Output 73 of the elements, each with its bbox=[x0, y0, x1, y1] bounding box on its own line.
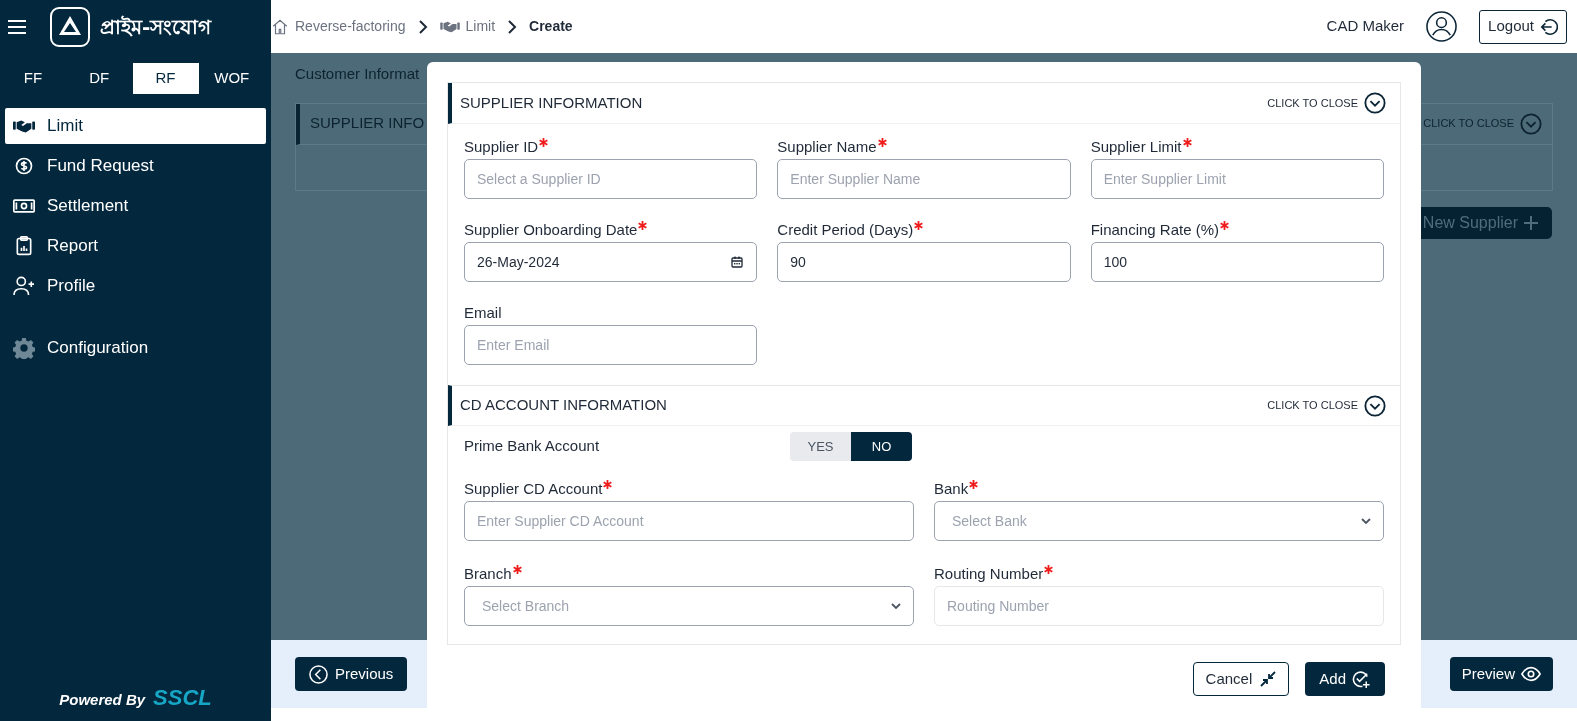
cancel-button[interactable]: Cancel bbox=[1192, 662, 1290, 696]
field-label: Branch bbox=[464, 564, 512, 584]
sidebar-item[interactable]: Configuration bbox=[5, 330, 266, 366]
handshake-icon bbox=[439, 20, 460, 33]
user-avatar-icon[interactable] bbox=[1426, 11, 1458, 42]
product-tab[interactable]: FF bbox=[0, 63, 66, 94]
field-label: Supplier Name bbox=[777, 137, 877, 157]
plus-icon bbox=[1524, 216, 1538, 230]
section-title: SUPPLIER INFO bbox=[310, 113, 425, 134]
breadcrumb-link[interactable]: Create bbox=[529, 16, 573, 37]
previous-button[interactable]: Previous bbox=[295, 657, 408, 691]
sidebar-item[interactable]: Report bbox=[5, 228, 266, 264]
input-field[interactable]: Enter Email bbox=[464, 325, 758, 365]
field-label: Routing Number bbox=[934, 564, 1044, 584]
field-label: Financing Rate (%) bbox=[1090, 220, 1220, 240]
add-button[interactable]: Add bbox=[1305, 662, 1385, 696]
dollar-coin-icon bbox=[13, 156, 35, 176]
section-title: SUPPLIER INFORMATION bbox=[460, 92, 643, 113]
page-heading: Customer Informat bbox=[295, 64, 421, 84]
logout-icon bbox=[1540, 17, 1558, 36]
chevron-down-icon bbox=[1361, 517, 1371, 525]
collapse-label: CLICK TO CLOSE bbox=[1423, 116, 1514, 132]
collapse-label: CLICK TO CLOSE bbox=[1267, 398, 1358, 414]
field-label: Supplier Limit bbox=[1090, 137, 1182, 157]
chevron-down-circle-icon[interactable] bbox=[1364, 394, 1386, 417]
company-logo-text: SSCL bbox=[153, 685, 212, 711]
banknote-icon bbox=[13, 196, 35, 216]
field-label: Bank bbox=[934, 479, 969, 499]
sidebar-item[interactable]: Settlement bbox=[5, 188, 266, 224]
input-field[interactable]: 100 bbox=[1090, 242, 1384, 282]
compress-arrows-icon bbox=[1260, 671, 1277, 687]
powered-by-text: Powered By bbox=[59, 689, 146, 710]
breadcrumb-link[interactable]: Reverse-factoring bbox=[271, 16, 406, 37]
product-tab[interactable]: WOF bbox=[198, 63, 265, 94]
sidebar-item[interactable]: Profile bbox=[5, 268, 266, 304]
product-tab[interactable]: RF bbox=[132, 63, 199, 94]
toggle-option[interactable]: YES bbox=[790, 432, 851, 461]
product-tab[interactable]: DF bbox=[66, 63, 133, 94]
sidebar-item[interactable]: Fund Request bbox=[5, 148, 266, 184]
input-field[interactable]: Enter Supplier Limit bbox=[1090, 159, 1384, 199]
home-icon bbox=[271, 17, 289, 36]
field-label: Prime Bank Account bbox=[464, 436, 601, 457]
field-label: Supplier ID bbox=[464, 137, 539, 157]
input-field[interactable]: Enter Supplier Name bbox=[777, 159, 1071, 199]
toggle-option[interactable]: NO bbox=[851, 432, 912, 461]
field-label: Supplier CD Account bbox=[464, 479, 603, 499]
input-field[interactable]: Enter Supplier CD Account bbox=[464, 501, 914, 541]
input-field[interactable]: Select a Supplier ID bbox=[464, 159, 758, 199]
gear-icon bbox=[13, 337, 35, 359]
eye-icon bbox=[1521, 666, 1541, 682]
chevron-down-icon bbox=[891, 602, 901, 610]
field-label: Credit Period (Days) bbox=[777, 220, 914, 240]
chevron-right-icon bbox=[417, 19, 428, 34]
date-field[interactable]: 26-May-2024 bbox=[464, 242, 758, 282]
user-plus-icon bbox=[13, 276, 35, 296]
preview-button[interactable]: Preview bbox=[1449, 657, 1553, 691]
section-title: CD ACCOUNT INFORMATION bbox=[460, 395, 667, 416]
chevron-left-circle-icon bbox=[309, 664, 328, 684]
breadcrumb-link[interactable]: Limit bbox=[439, 16, 496, 37]
check-plus-icon bbox=[1352, 669, 1371, 689]
field-label: Supplier Onboarding Date bbox=[464, 220, 638, 240]
field-label: Email bbox=[464, 303, 502, 323]
calendar-icon[interactable] bbox=[731, 256, 744, 268]
menu-icon[interactable] bbox=[8, 19, 26, 34]
input-field[interactable]: 90 bbox=[777, 242, 1071, 282]
logout-button[interactable]: Logout bbox=[1479, 9, 1567, 44]
chevron-right-icon bbox=[507, 19, 518, 34]
brand-title: প্রাইম-সংযোগ bbox=[100, 13, 212, 41]
collapse-label: CLICK TO CLOSE bbox=[1267, 95, 1358, 111]
logo-icon bbox=[50, 6, 90, 47]
chevron-down-circle-icon[interactable] bbox=[1364, 92, 1386, 114]
sidebar-item[interactable]: Limit bbox=[5, 108, 266, 144]
user-role: CAD Maker bbox=[1326, 16, 1405, 37]
